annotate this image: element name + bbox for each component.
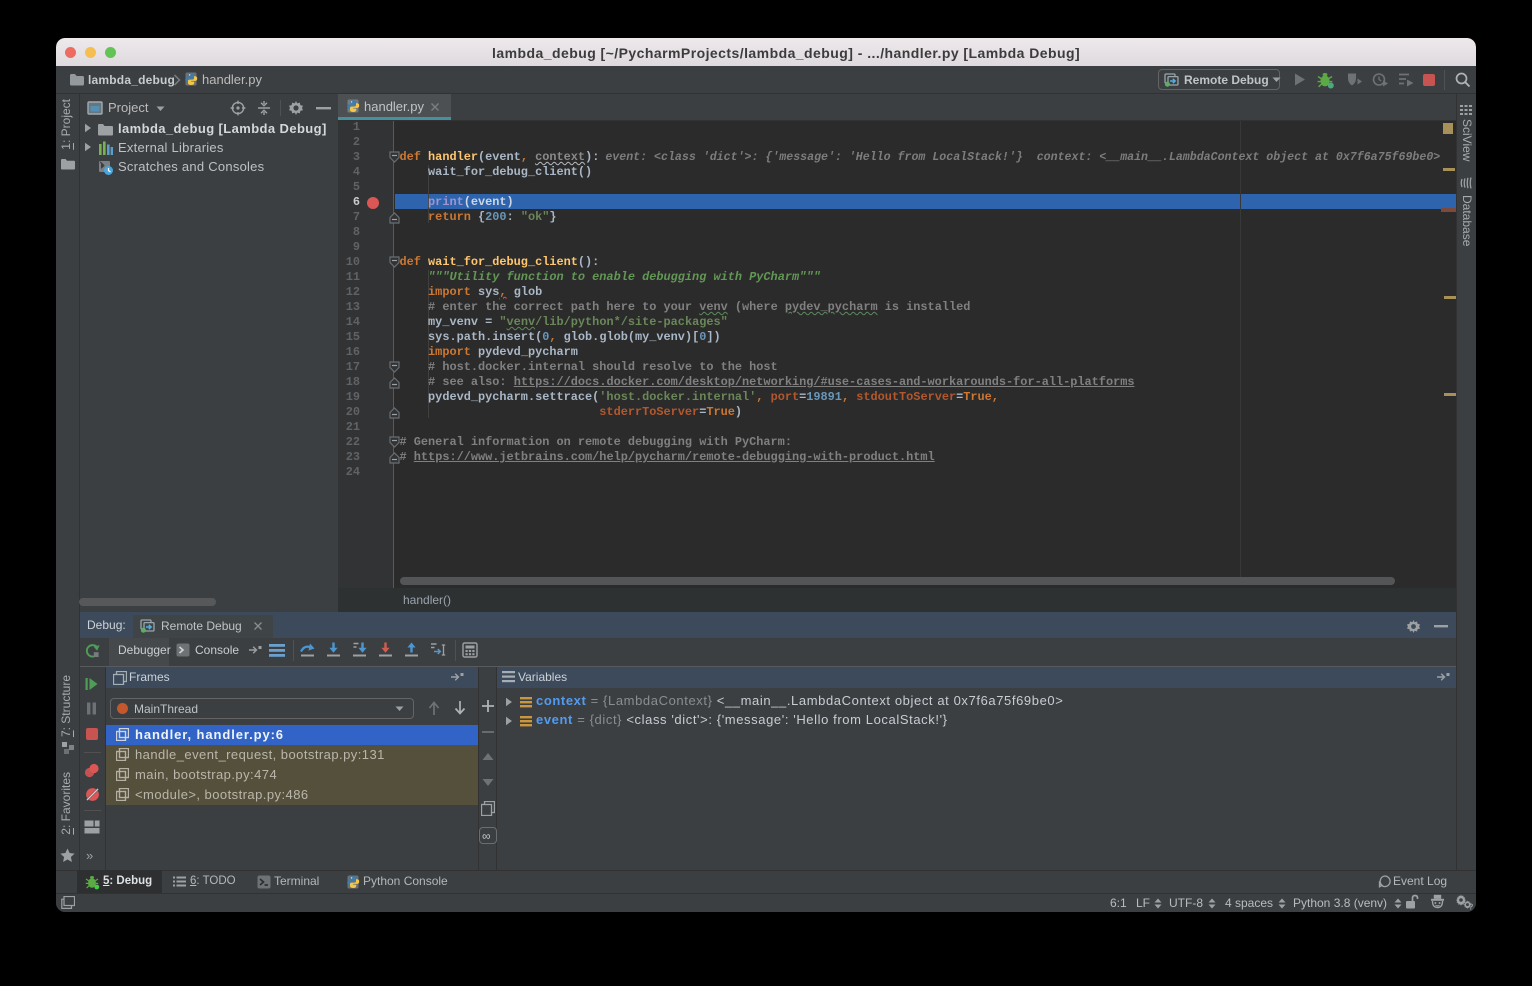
svg-text:?: ? bbox=[1468, 902, 1473, 911]
